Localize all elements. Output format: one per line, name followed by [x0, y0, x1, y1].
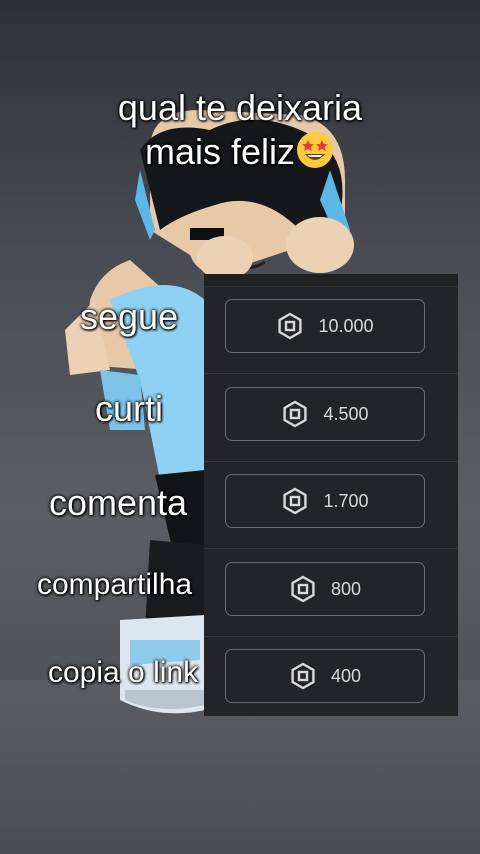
title-line-1: qual te deixaria — [117, 87, 363, 128]
robux-icon — [291, 662, 315, 690]
robux-button-1700[interactable]: 1.700 — [225, 474, 425, 528]
robux-amount: 1.700 — [323, 490, 369, 511]
robux-price-panel: 10.000 4.500 1.700 800 400 — [204, 274, 458, 716]
price-row: 4.500 — [204, 374, 458, 462]
price-row: 10.000 — [204, 286, 458, 374]
price-row: 800 — [204, 549, 458, 637]
label-curti: curti — [95, 388, 164, 429]
label-comenta: comenta — [49, 482, 188, 523]
robux-amount: 400 — [330, 665, 362, 686]
star-struck-emoji-icon — [297, 132, 334, 168]
page-title: qual te deixaria mais feliz — [0, 86, 480, 174]
label-compartilha: compartilha — [37, 568, 193, 601]
robux-button-10000[interactable]: 10.000 — [225, 299, 425, 353]
robux-button-4500[interactable]: 4.500 — [225, 387, 425, 441]
price-row: 1.700 — [204, 461, 458, 549]
robux-button-800[interactable]: 800 — [225, 562, 425, 616]
robux-amount: 800 — [330, 578, 362, 599]
robux-icon — [278, 312, 303, 340]
robux-button-400[interactable]: 400 — [225, 649, 425, 703]
label-copia-o-link: copia o link — [48, 656, 199, 689]
robux-amount: 4.500 — [323, 403, 369, 424]
label-segue: segue — [80, 296, 179, 337]
robux-icon — [291, 575, 315, 603]
price-row: 400 — [204, 636, 458, 723]
robux-icon — [283, 487, 308, 515]
robux-amount: 10.000 — [318, 315, 374, 336]
robux-icon — [283, 400, 308, 428]
title-line-2: mais feliz — [144, 131, 296, 172]
